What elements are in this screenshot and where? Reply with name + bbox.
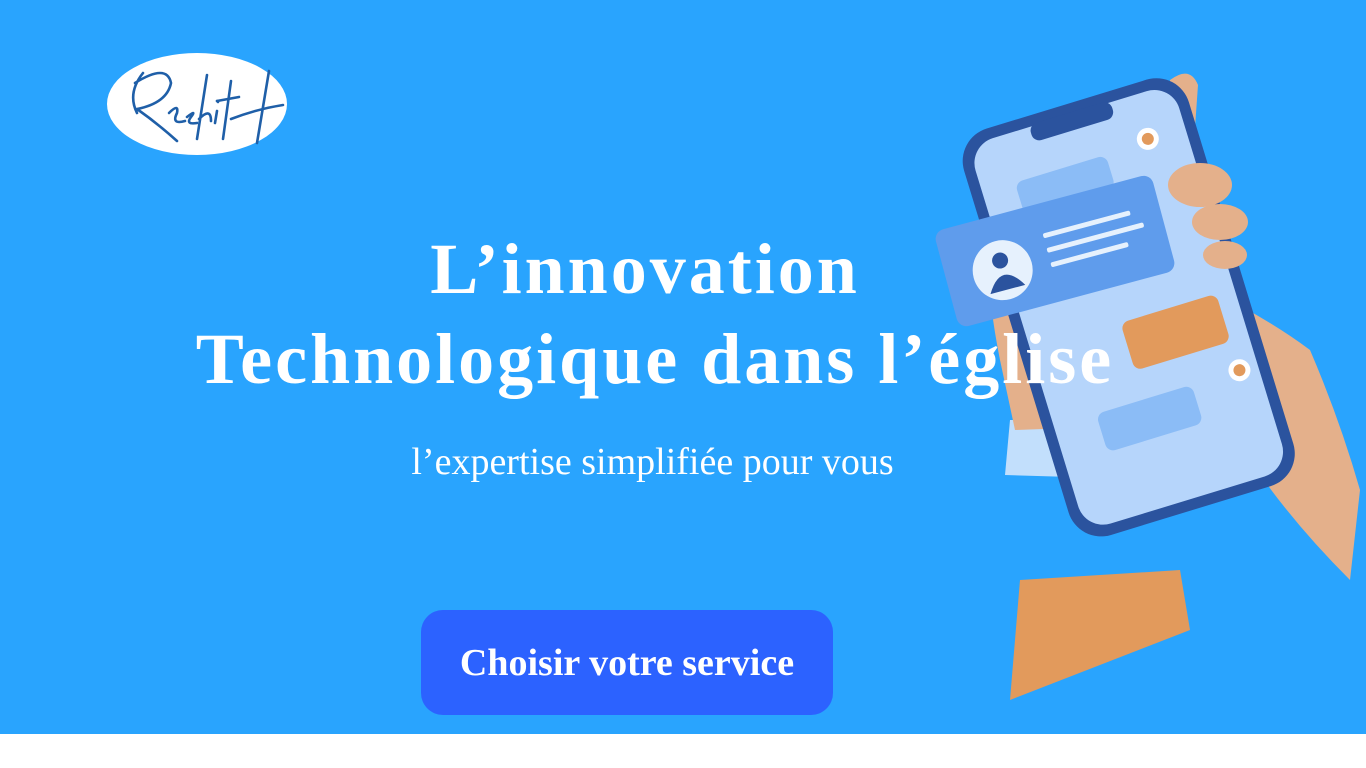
logo-signature xyxy=(131,69,285,145)
hero-section: L’innovation Technologique dans l’église… xyxy=(0,0,1366,734)
logo[interactable] xyxy=(107,53,287,155)
arm-sleeve xyxy=(1010,570,1190,700)
choose-service-button[interactable]: Choisir votre service xyxy=(421,610,833,715)
hero-title-line1: L’innovation xyxy=(430,229,860,309)
hero-subtitle: l’expertise simplifiée pour vous xyxy=(411,441,894,483)
hero-title-line2: Technologique dans l’église xyxy=(195,319,1115,399)
